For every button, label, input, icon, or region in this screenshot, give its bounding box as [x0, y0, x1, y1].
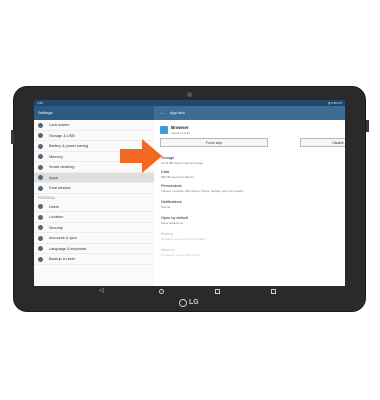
lg-brand-text: LG — [189, 299, 199, 306]
app-info-pane: Browser version 6.0.16 Force stop Disabl… — [154, 120, 345, 286]
browser-app-icon — [160, 126, 168, 134]
sidebar-item-label: Apps — [49, 175, 58, 180]
info-title: Data — [161, 170, 170, 174]
sidebar-item-label: Memory — [49, 154, 63, 159]
app-info-title: App info — [170, 110, 185, 115]
info-storage[interactable]: Storage 13.29 MB used in internal storag… — [161, 156, 203, 165]
front-camera — [187, 92, 192, 97]
sidebar-item-users[interactable]: Users — [34, 202, 154, 212]
info-subtitle: 13.29 MB used in internal storage — [161, 161, 203, 165]
accounts-icon — [38, 235, 43, 241]
sidebar-item-label: Battery & power saving — [49, 144, 89, 148]
lg-logo-icon — [179, 299, 187, 307]
sidebar-item-label: Location — [49, 215, 64, 219]
back-arrow-icon[interactable]: ← — [160, 106, 165, 120]
sidebar-item-backup[interactable]: Backup & reset — [34, 254, 154, 265]
app-name: Browser — [171, 125, 189, 130]
info-title: Battery — [161, 232, 174, 236]
info-open-by-default[interactable]: Open by default Some defaults set — [161, 216, 188, 225]
nav-home-icon[interactable] — [159, 288, 164, 294]
location-icon — [38, 214, 43, 220]
arrow-shape — [120, 139, 162, 173]
info-title: Permissions — [161, 184, 182, 188]
sidebar-item-label: Storage & USB — [49, 133, 75, 138]
info-title: Open by default — [161, 216, 188, 220]
sidebar-item-accounts[interactable]: Accounts & sync — [34, 233, 154, 244]
sidebar-item-label: Lock screen — [49, 123, 70, 127]
info-subtitle: Normal — [161, 205, 171, 209]
info-subtitle: No memory used in last 3 hours — [161, 253, 201, 257]
sidebar-item-label: Security — [49, 225, 63, 230]
dual-window-icon — [38, 185, 43, 191]
info-title: Memory — [161, 248, 175, 252]
info-title: Notifications — [161, 200, 182, 204]
volume-button — [11, 130, 14, 144]
info-battery: Battery No battery use since last full c… — [161, 232, 205, 241]
info-subtitle: No battery use since last full charge — [161, 237, 206, 241]
cleaning-icon — [38, 164, 43, 170]
info-subtitle: Some defaults set — [161, 221, 184, 225]
section-personal: PERSONAL — [38, 195, 56, 200]
highlight-arrow-icon — [120, 139, 162, 173]
sidebar-item-location[interactable]: Location — [34, 212, 154, 223]
sidebar-item-label: Accounts & sync — [49, 236, 78, 240]
backup-icon — [38, 256, 43, 262]
sidebar-item-label: Dual window — [49, 186, 71, 190]
info-memory: Memory No memory used in last 3 hours — [161, 248, 200, 257]
app-version: version 6.0.16 — [171, 131, 190, 135]
lock-icon — [38, 122, 43, 128]
sidebar-item-label: Backup & reset — [49, 257, 75, 261]
nav-recent-apps-icon[interactable] — [215, 288, 220, 294]
settings-title: Settings — [38, 110, 53, 115]
navigation-bar: ◁ — [34, 286, 345, 297]
storage-icon — [38, 133, 43, 139]
nav-dual-window-icon[interactable] — [271, 288, 276, 294]
sidebar-item-language[interactable]: Language & keyboard — [34, 244, 154, 254]
sidebar-item-dual-window[interactable]: Dual window — [34, 183, 154, 194]
sidebar-item-lock-screen[interactable]: Lock screen — [34, 120, 154, 131]
sidebar-item-security[interactable]: Security — [34, 223, 154, 233]
settings-header: Settings — [34, 106, 154, 120]
info-subtitle: 566 kB used since May 21 — [161, 175, 194, 179]
power-button — [366, 120, 369, 132]
force-stop-button[interactable]: Force stop — [160, 138, 268, 147]
language-icon — [38, 246, 43, 252]
sidebar-item-label: Smart cleaning — [49, 165, 75, 169]
disable-button[interactable]: Disable — [300, 138, 345, 147]
info-data[interactable]: Data 566 kB used since May 21 — [161, 170, 194, 179]
sidebar-item-label: Users — [49, 204, 59, 209]
users-icon — [38, 204, 43, 210]
info-title: Storage — [161, 156, 175, 160]
sidebar-item-label: Language & keyboard — [49, 246, 87, 251]
battery-icon — [38, 143, 43, 149]
security-icon — [38, 225, 43, 231]
info-notifications[interactable]: Notifications Normal — [161, 200, 182, 209]
screen: 4:58 ▮ 4:58 PM Settings ← App info Lock … — [34, 100, 345, 286]
memory-icon — [38, 154, 43, 160]
app-info-header: ← App info — [154, 106, 345, 120]
apps-icon — [38, 175, 43, 181]
info-subtitle: Camera, Contacts, Microphone, Phone, Sto… — [161, 189, 244, 193]
info-permissions[interactable]: Permissions Camera, Contacts, Microphone… — [161, 184, 244, 193]
nav-back-icon[interactable]: ◁ — [99, 288, 104, 295]
